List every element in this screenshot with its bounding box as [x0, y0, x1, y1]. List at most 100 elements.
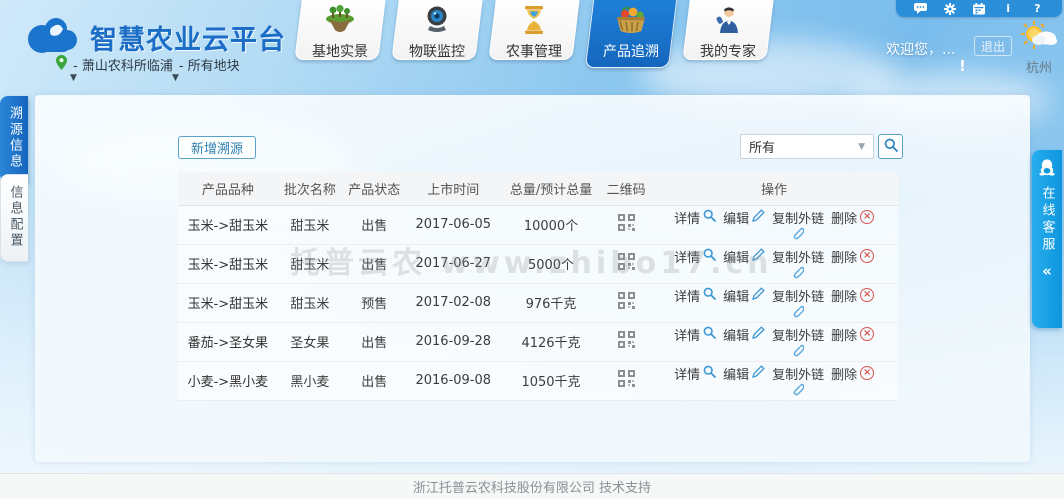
- logout-button[interactable]: 退出: [974, 36, 1012, 56]
- table-row: 小麦->黑小麦 黑小麦 出售 2016-09-08 1050千克 详情 编辑 复…: [178, 361, 898, 401]
- delete-link[interactable]: 删除 ×: [831, 286, 875, 305]
- detail-label: 详情: [674, 367, 701, 383]
- footer: 浙江托普云农科技股份有限公司 技术支持: [0, 473, 1064, 499]
- cell-actions: 详情 编辑 复制外链 删除 ×: [650, 205, 898, 245]
- edit-label: 编辑: [723, 250, 750, 266]
- delete-circle-icon: ×: [860, 210, 875, 224]
- gear-icon[interactable]: [943, 2, 956, 15]
- sidebar-tab-trace-info[interactable]: 溯源信息: [0, 96, 28, 182]
- help-icon[interactable]: ?: [1031, 2, 1044, 15]
- calendar-icon[interactable]: [972, 2, 985, 15]
- qr-code-icon[interactable]: [617, 370, 635, 391]
- nav-tab-product-trace[interactable]: 产品追溯: [584, 0, 678, 68]
- detail-link[interactable]: 详情: [674, 286, 717, 305]
- island-icon: [323, 5, 357, 39]
- qr-code-icon[interactable]: [617, 331, 635, 352]
- column-header: 产品状态: [342, 172, 407, 206]
- nav-tab-label: 产品追溯: [603, 44, 659, 60]
- edit-link[interactable]: 编辑: [723, 325, 765, 344]
- column-header: 产品品种: [178, 172, 278, 206]
- magnifier-icon: [703, 209, 717, 226]
- detail-link[interactable]: 详情: [674, 208, 717, 227]
- edit-label: 编辑: [723, 328, 750, 344]
- online-service-tab[interactable]: 在线客服 «: [1032, 150, 1062, 328]
- weather-widget[interactable]: 杭州: [1018, 20, 1060, 76]
- copy-link-label: 复制外链: [772, 250, 825, 266]
- qr-code-icon[interactable]: [617, 292, 635, 313]
- pencil-icon: [752, 247, 765, 265]
- delete-link[interactable]: 删除 ×: [831, 208, 875, 227]
- sidebar-tab-info-config[interactable]: 信息配置: [0, 174, 28, 262]
- qr-code-icon[interactable]: [617, 214, 635, 235]
- table-row: 番茄->圣女果 圣女果 出售 2016-09-28 4126千克 详情 编辑 复…: [178, 322, 898, 362]
- copy-external-link[interactable]: 复制外链: [772, 247, 824, 283]
- delete-circle-icon: ×: [860, 327, 875, 341]
- cell-status: 出售: [342, 322, 407, 362]
- webcam-icon: [422, 5, 452, 39]
- nav-tab-iot-monitor[interactable]: 物联监控: [391, 0, 483, 62]
- magnifier-icon: [703, 365, 717, 382]
- copy-external-link[interactable]: 复制外链: [772, 325, 824, 361]
- location-pin-icon: [56, 55, 67, 74]
- cell-variety: 玉米->甜玉米: [178, 283, 278, 323]
- edit-link[interactable]: 编辑: [723, 364, 765, 383]
- qr-code-icon[interactable]: [617, 253, 635, 274]
- footer-text: 浙江托普云农科技股份有限公司 技术支持: [412, 481, 652, 496]
- cell-date: 2017-02-08: [406, 283, 501, 323]
- add-trace-button[interactable]: 新增溯源: [178, 136, 256, 159]
- cell-date: 2016-09-08: [406, 361, 501, 401]
- nav-tab-my-expert[interactable]: 我的专家: [682, 0, 774, 62]
- cell-batch: 甜玉米: [277, 205, 343, 245]
- location-plot-select[interactable]: - 所有地块: [179, 55, 240, 74]
- cell-variety: 番茄->圣女果: [178, 322, 278, 362]
- paperclip-icon: [792, 383, 805, 400]
- logo-cloud-icon: [26, 14, 80, 60]
- nav-tab-base-view[interactable]: 基地实景: [294, 0, 386, 62]
- edit-link[interactable]: 编辑: [723, 286, 765, 305]
- edit-label: 编辑: [723, 211, 750, 227]
- delete-link[interactable]: 删除 ×: [831, 364, 875, 383]
- edit-label: 编辑: [723, 367, 750, 383]
- cell-batch: 甜玉米: [277, 244, 343, 284]
- info-icon[interactable]: i: [1002, 2, 1015, 15]
- detail-label: 详情: [674, 250, 701, 266]
- location-site-select[interactable]: - 萧山农科所临浦: [73, 55, 173, 74]
- weather-city: 杭州: [1025, 61, 1052, 76]
- chat-icon[interactable]: [914, 3, 928, 15]
- trace-table: 产品品种 批次名称 产品状态 上市时间 总量/预计总量 二维码 操作 玉米->甜玉米 甜玉米…: [178, 172, 898, 401]
- edit-link[interactable]: 编辑: [723, 247, 765, 266]
- cell-batch: 黑小麦: [277, 361, 343, 401]
- pencil-icon: [752, 208, 765, 226]
- nav-tab-farm-management[interactable]: 农事管理: [488, 0, 580, 62]
- copy-external-link[interactable]: 复制外链: [772, 286, 824, 322]
- cell-variety: 玉米->甜玉米: [178, 205, 278, 245]
- cell-batch: 甜玉米: [277, 283, 343, 323]
- location-plot-caret-icon[interactable]: ▼: [172, 73, 179, 83]
- edit-link[interactable]: 编辑: [723, 208, 765, 227]
- nav-tab-label: 基地实景: [312, 44, 368, 60]
- search-button[interactable]: [878, 134, 903, 159]
- copy-external-link[interactable]: 复制外链: [772, 364, 824, 400]
- column-header: 上市时间: [406, 172, 501, 206]
- detail-link[interactable]: 详情: [674, 247, 717, 266]
- detail-label: 详情: [674, 289, 701, 305]
- copy-link-label: 复制外链: [772, 367, 825, 383]
- location-site-caret-icon[interactable]: ▼: [70, 73, 77, 83]
- delete-circle-icon: ×: [860, 288, 875, 302]
- detail-link[interactable]: 详情: [674, 325, 717, 344]
- copy-external-link[interactable]: 复制外链: [772, 208, 824, 244]
- pencil-icon: [752, 364, 765, 382]
- cell-status: 预售: [342, 283, 407, 323]
- column-header: 二维码: [602, 172, 651, 206]
- filter-select[interactable]: 所有 ▼: [740, 134, 874, 159]
- welcome-text: 欢迎您，...: [886, 42, 956, 58]
- delete-link[interactable]: 删除 ×: [831, 247, 875, 266]
- collapse-chevron-icon[interactable]: «: [1042, 262, 1052, 280]
- cell-variety: 小麦->黑小麦: [178, 361, 278, 401]
- sidebar-tab-label: 溯源信息: [7, 106, 22, 170]
- copy-link-label: 复制外链: [772, 211, 825, 227]
- detail-link[interactable]: 详情: [674, 364, 717, 383]
- delete-link[interactable]: 删除 ×: [831, 325, 875, 344]
- cell-batch: 圣女果: [277, 322, 343, 362]
- search-icon: [884, 137, 898, 156]
